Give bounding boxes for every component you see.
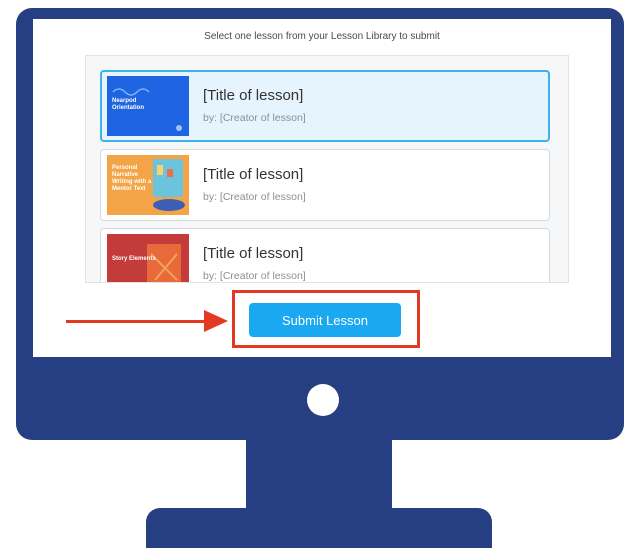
thumbnail-label: Nearpod Orientation [112,98,145,111]
arrow-head-icon [204,310,228,332]
arrow-right-icon [66,320,208,323]
thumbnail-label: Personal Narrative Writing with a Mentor… [112,165,152,192]
lesson-thumbnail: Nearpod Orientation [107,76,189,136]
lesson-creator: by: [Creator of lesson] [203,112,306,124]
lesson-list: Nearpod Orientation [Title of lesson] by… [85,55,569,283]
instruction-text: Select one lesson from your Lesson Libra… [204,31,440,42]
lesson-thumbnail: Story Elements [107,234,189,282]
lesson-title: [Title of lesson] [203,245,304,262]
lesson-title: [Title of lesson] [203,166,304,183]
submit-lesson-button[interactable]: Submit Lesson [249,303,401,337]
thumbnail-label: Story Elements [112,256,156,262]
lesson-card-selected[interactable]: Nearpod Orientation [Title of lesson] by… [100,70,550,142]
lesson-thumbnail: Personal Narrative Writing with a Mentor… [107,155,189,215]
lesson-title: [Title of lesson] [203,87,304,104]
monitor-stand-base [146,508,492,548]
lesson-card[interactable]: Personal Narrative Writing with a Mentor… [100,149,550,221]
monitor-stand-neck [246,440,392,518]
monitor-screen: Select one lesson from your Lesson Libra… [33,19,611,357]
lesson-card[interactable]: Story Elements [Title of lesson] by: [Cr… [100,228,550,282]
lesson-creator: by: [Creator of lesson] [203,191,306,203]
lesson-creator: by: [Creator of lesson] [203,270,306,282]
power-button-icon [307,384,339,416]
